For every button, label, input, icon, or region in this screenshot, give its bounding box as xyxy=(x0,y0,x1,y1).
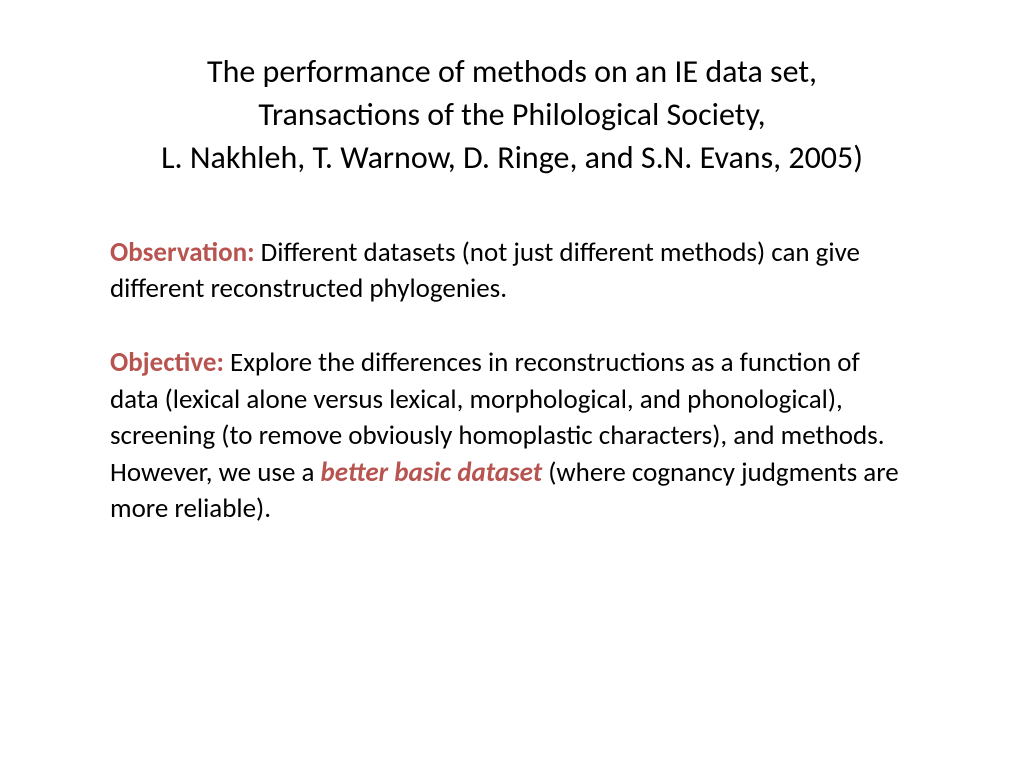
objective-label: Objective: xyxy=(110,346,224,379)
title-line-1: The performance of methods on an IE data… xyxy=(207,52,817,91)
observation-paragraph: Observation: Different datasets (not jus… xyxy=(110,235,914,308)
slide-title: The performance of methods on an IE data… xyxy=(90,50,934,180)
title-line-2: Transactions of the Philological Society… xyxy=(258,95,765,134)
title-line-3: L. Nakhleh, T. Warnow, D. Ringe, and S.N… xyxy=(161,138,863,177)
objective-emphasis: better basic dataset xyxy=(321,456,543,489)
objective-paragraph: Objective: Explore the differences in re… xyxy=(110,345,914,527)
slide-content: The performance of methods on an IE data… xyxy=(0,0,1024,768)
observation-label: Observation: xyxy=(110,236,255,269)
slide-body: Observation: Different datasets (not jus… xyxy=(90,235,934,528)
